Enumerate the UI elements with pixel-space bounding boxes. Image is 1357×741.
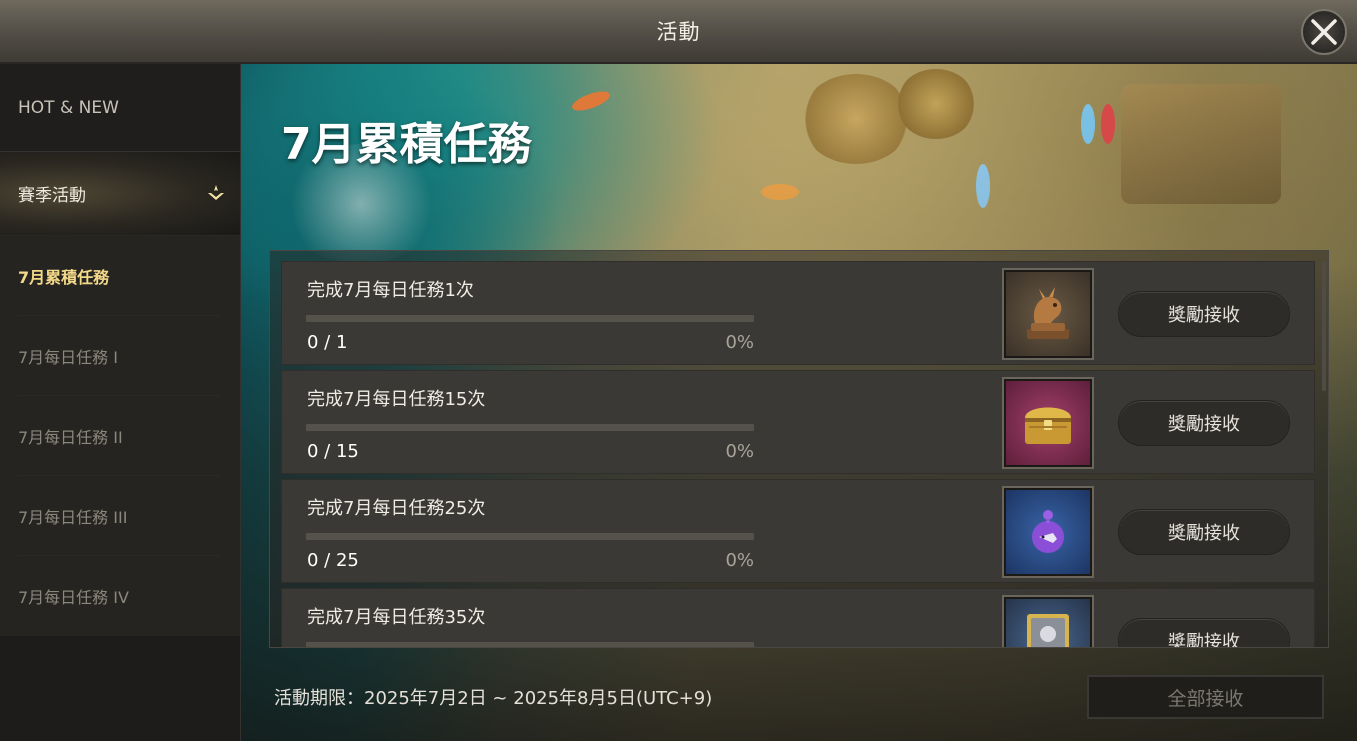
sidebar-item-label: 7月每日任務 IV (18, 588, 129, 607)
sidebar-item-july-daily-3[interactable]: 7月每日任務 III (0, 476, 240, 556)
golden-chest-icon (1025, 407, 1071, 444)
sidebar-item-label: HOT & NEW (18, 97, 119, 118)
task-label: 完成7月每日任務25次 (307, 498, 486, 519)
progress-bar (306, 533, 754, 540)
task-row: 完成7月每日任務35次 獎勵接收 (281, 588, 1315, 647)
sidebar-item-july-cumulative[interactable]: 7月累積任務 (0, 236, 240, 316)
task-row: 完成7月每日任務15次 0 / 15 0% 獎勵接收 (281, 370, 1315, 474)
sidebar-item-label: 7月每日任務 I (18, 348, 118, 367)
task-percent: 0% (725, 550, 754, 571)
reward-slot[interactable] (1002, 268, 1094, 360)
reward-slot[interactable] (1002, 377, 1094, 469)
task-count: 0 / 15 (307, 441, 359, 462)
title-bar: 活動 (0, 0, 1357, 64)
sidebar: HOT & NEW 賽季活動 7月累積任務 7月每日任務 I 7月每日任務 II… (0, 64, 241, 741)
task-count: 0 / 1 (307, 332, 348, 353)
hero-card-icon (1027, 614, 1069, 647)
progress-bar (306, 642, 754, 647)
task-count: 0 / 25 (307, 550, 359, 571)
event-period: 活動期限：2025年7月2日 ~ 2025年8月5日(UTC+9) (274, 688, 713, 709)
reward-slot[interactable] (1002, 595, 1094, 647)
task-label: 完成7月每日任務15次 (307, 389, 486, 410)
purple-fish-bowl-icon (1032, 510, 1064, 553)
claim-reward-button[interactable]: 獎勵接收 (1118, 509, 1290, 555)
task-percent: 0% (725, 332, 754, 353)
claim-reward-button[interactable]: 獎勵接收 (1118, 291, 1290, 337)
sidebar-item-july-daily-1[interactable]: 7月每日任務 I (0, 316, 240, 396)
chevron-down-icon (204, 182, 228, 206)
close-icon (1311, 19, 1337, 45)
sidebar-item-hot-new[interactable]: HOT & NEW (0, 64, 240, 152)
claim-reward-button[interactable]: 獎勵接收 (1118, 618, 1290, 647)
sidebar-item-label: 7月每日任務 II (18, 428, 123, 447)
scrollbar[interactable] (1322, 261, 1326, 391)
claim-all-button[interactable]: 全部接收 (1087, 675, 1324, 719)
window-title: 活動 (656, 20, 701, 44)
sidebar-item-july-daily-2[interactable]: 7月每日任務 II (0, 396, 240, 476)
close-button[interactable] (1301, 9, 1347, 55)
task-label: 完成7月每日任務35次 (307, 607, 486, 628)
task-row: 完成7月每日任務1次 0 / 1 0% 獎勵接收 (281, 261, 1315, 365)
sidebar-item-season-events[interactable]: 賽季活動 (0, 152, 240, 236)
task-row: 完成7月每日任務25次 0 / 25 0% 獎勵接收 (281, 479, 1315, 583)
task-list: 完成7月每日任務1次 0 / 1 0% 獎勵接收 完成7月每日任務15次 0 /… (269, 250, 1329, 648)
sidebar-item-july-daily-4[interactable]: 7月每日任務 IV (0, 556, 240, 636)
progress-bar (306, 315, 754, 322)
sidebar-item-label: 7月每日任務 III (18, 508, 128, 527)
sidebar-item-label: 賽季活動 (18, 186, 86, 206)
claim-reward-button[interactable]: 獎勵接收 (1118, 400, 1290, 446)
task-percent: 0% (725, 441, 754, 462)
dragon-statue-icon (1027, 287, 1069, 339)
sidebar-submenu: 7月累積任務 7月每日任務 I 7月每日任務 II 7月每日任務 III 7月每… (0, 236, 240, 636)
main-content: 7月累積任務 完成7月每日任務1次 0 / 1 0% 獎勵接收 完成7月每日任務… (241, 64, 1357, 741)
task-label: 完成7月每日任務1次 (307, 280, 474, 301)
sidebar-item-label: 7月累積任務 (18, 268, 110, 287)
page-title: 7月累積任務 (281, 119, 532, 170)
progress-bar (306, 424, 754, 431)
reward-slot[interactable] (1002, 486, 1094, 578)
